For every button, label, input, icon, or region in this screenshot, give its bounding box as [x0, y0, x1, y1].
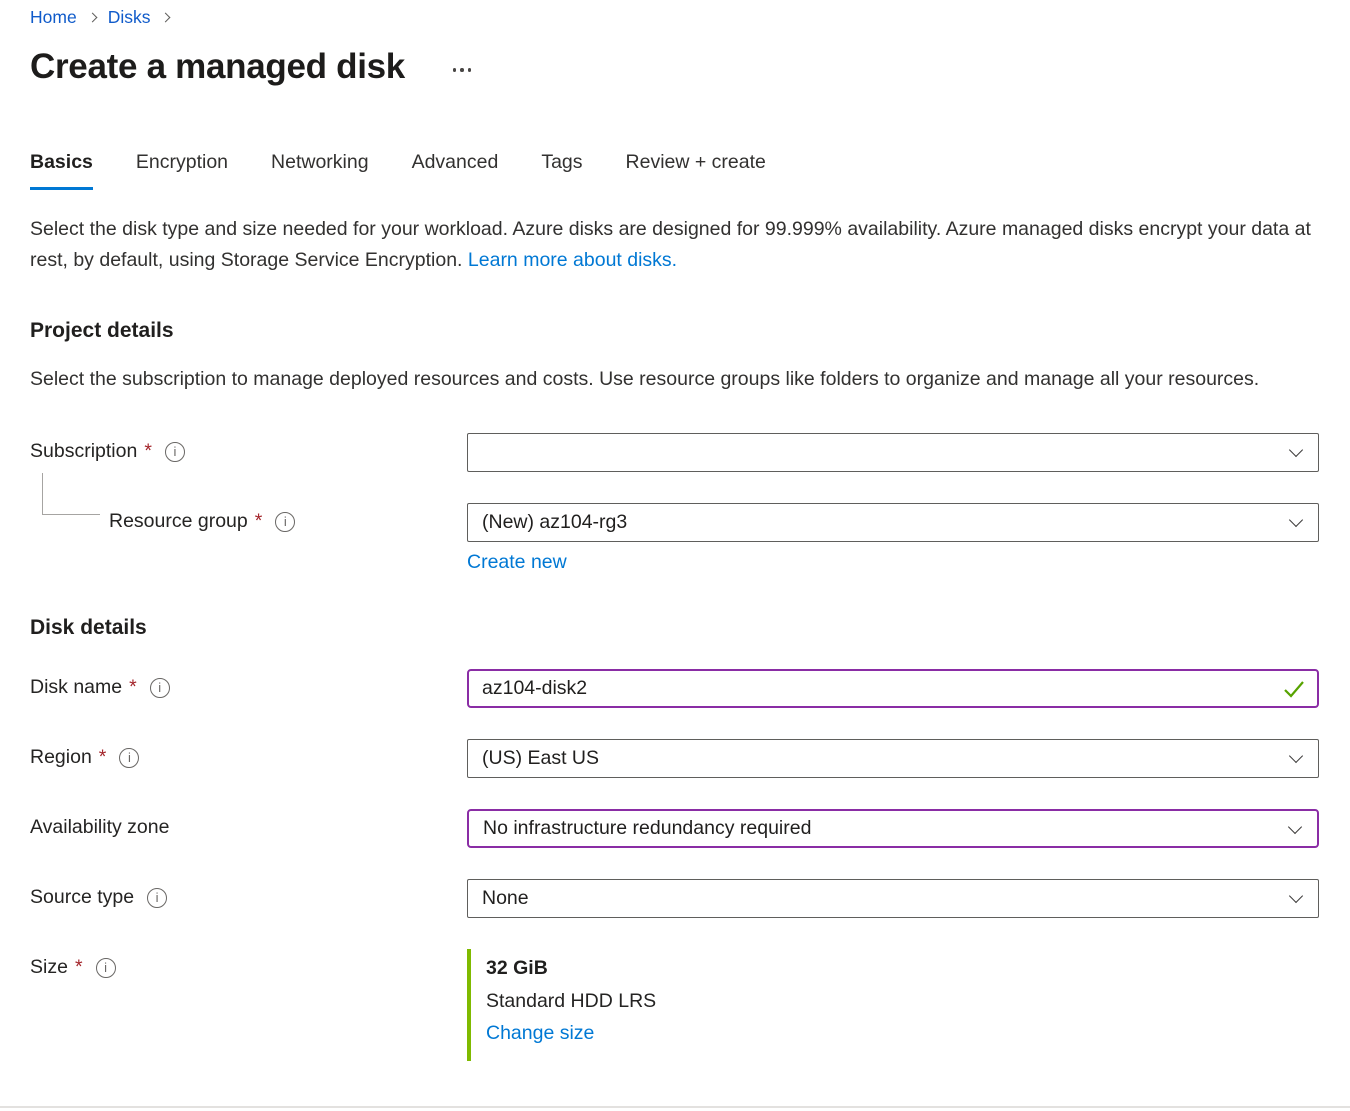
info-icon[interactable]: i — [119, 748, 139, 768]
resource-group-value: (New) az104-rg3 — [482, 511, 627, 534]
resource-group-label-col: Resource group * i — [30, 503, 467, 533]
basics-form: Subscription * i Resource group * i — [30, 433, 1327, 1061]
breadcrumb-disks-link[interactable]: Disks — [108, 7, 151, 28]
region-row: Region * i (US) East US — [30, 739, 1327, 778]
intro-text: Select the disk type and size needed for… — [30, 214, 1322, 276]
tab-tags[interactable]: Tags — [541, 151, 582, 190]
create-new-resource-group-link[interactable]: Create new — [467, 551, 567, 574]
required-marker: * — [144, 440, 152, 463]
region-dropdown[interactable]: (US) East US — [467, 739, 1319, 778]
source-type-row: Source type i None — [30, 879, 1327, 918]
size-label: Size — [30, 956, 68, 979]
chevron-down-icon — [1289, 443, 1303, 457]
breadcrumb-home-link[interactable]: Home — [30, 7, 77, 28]
tab-review-create[interactable]: Review + create — [626, 151, 766, 190]
chevron-down-icon — [1289, 513, 1303, 527]
availability-zone-label: Availability zone — [30, 816, 169, 839]
title-row: Create a managed disk — [30, 47, 1327, 87]
required-marker: * — [129, 676, 137, 699]
breadcrumb-separator-icon — [161, 13, 171, 23]
info-icon[interactable]: i — [147, 888, 167, 908]
valid-check-icon — [1282, 677, 1306, 706]
page-title: Create a managed disk — [30, 47, 405, 87]
disk-name-row: Disk name * i — [30, 669, 1327, 708]
chevron-down-icon — [1289, 889, 1303, 903]
size-sku: Standard HDD LRS — [486, 990, 1319, 1013]
size-summary: 32 GiB Standard HDD LRS Change size — [467, 949, 1319, 1061]
subscription-label-col: Subscription * i — [30, 433, 467, 463]
info-icon[interactable]: i — [275, 512, 295, 532]
info-icon[interactable]: i — [96, 958, 116, 978]
source-type-value: None — [482, 887, 529, 910]
tab-basics[interactable]: Basics — [30, 151, 93, 190]
region-label: Region — [30, 746, 92, 769]
disk-name-input[interactable] — [467, 669, 1319, 708]
availability-zone-dropdown[interactable]: No infrastructure redundancy required — [467, 809, 1319, 848]
info-icon[interactable]: i — [150, 678, 170, 698]
project-details-description: Select the subscription to manage deploy… — [30, 364, 1305, 395]
disk-name-label: Disk name — [30, 676, 122, 699]
bottom-divider — [0, 1106, 1350, 1108]
change-size-link[interactable]: Change size — [486, 1022, 594, 1045]
region-value: (US) East US — [482, 747, 599, 770]
subscription-row: Subscription * i — [30, 433, 1327, 472]
wizard-tabs: Basics Encryption Networking Advanced Ta… — [30, 151, 1327, 190]
project-details-heading: Project details — [30, 319, 1327, 343]
source-type-dropdown[interactable]: None — [467, 879, 1319, 918]
required-marker: * — [99, 746, 107, 769]
chevron-down-icon — [1288, 820, 1302, 834]
source-type-label-col: Source type i — [30, 879, 467, 909]
resource-group-label: Resource group — [109, 510, 248, 533]
tab-encryption[interactable]: Encryption — [136, 151, 228, 190]
child-connector-line — [42, 473, 100, 515]
info-icon[interactable]: i — [165, 442, 185, 462]
breadcrumb-separator-icon — [87, 13, 97, 23]
create-managed-disk-page: Home Disks Create a managed disk Basics … — [0, 0, 1350, 1061]
size-label-col: Size * i — [30, 949, 467, 979]
tab-advanced[interactable]: Advanced — [412, 151, 499, 190]
breadcrumb: Home Disks — [30, 4, 1327, 30]
subscription-dropdown[interactable] — [467, 433, 1319, 472]
disk-name-label-col: Disk name * i — [30, 669, 467, 699]
required-marker: * — [75, 956, 83, 979]
disk-details-heading: Disk details — [30, 616, 1327, 640]
more-options-icon[interactable] — [453, 68, 472, 72]
size-row: Size * i 32 GiB Standard HDD LRS Change … — [30, 949, 1327, 1061]
chevron-down-icon — [1289, 749, 1303, 763]
subscription-label: Subscription — [30, 440, 137, 463]
availability-zone-row: Availability zone No infrastructure redu… — [30, 809, 1327, 848]
availability-zone-label-col: Availability zone — [30, 809, 467, 839]
required-marker: * — [255, 510, 263, 533]
size-value: 32 GiB — [486, 950, 1319, 980]
availability-zone-value: No infrastructure redundancy required — [483, 817, 811, 840]
learn-more-link[interactable]: Learn more about disks. — [468, 249, 677, 271]
region-label-col: Region * i — [30, 739, 467, 769]
resource-group-row: Resource group * i (New) az104-rg3 Creat… — [30, 503, 1327, 574]
source-type-label: Source type — [30, 886, 134, 909]
resource-group-dropdown[interactable]: (New) az104-rg3 — [467, 503, 1319, 542]
tab-networking[interactable]: Networking — [271, 151, 369, 190]
